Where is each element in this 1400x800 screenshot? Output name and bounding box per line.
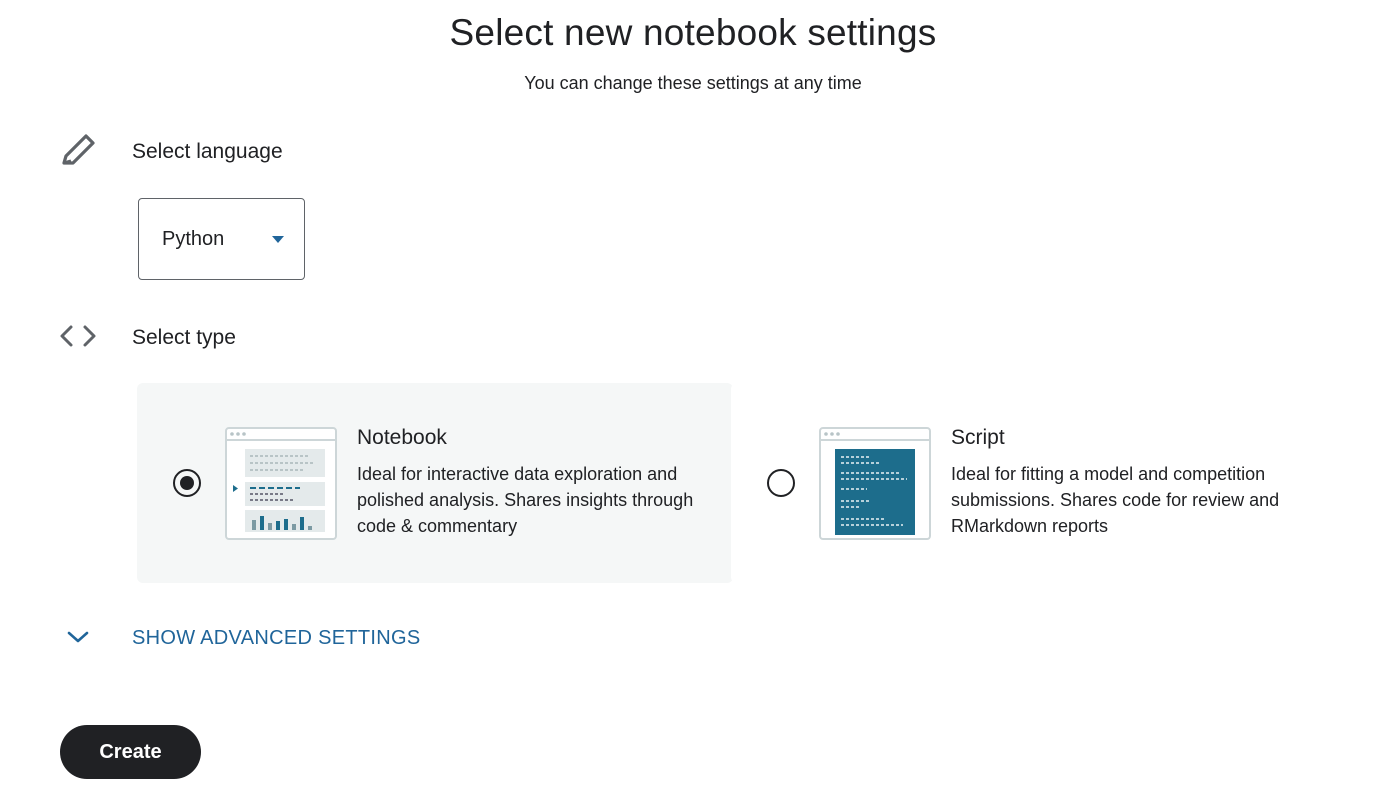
script-radio[interactable] (767, 469, 795, 497)
notebook-option-description: Ideal for interactive data exploration a… (357, 464, 694, 536)
chevron-down-icon (67, 631, 89, 643)
notebook-radio[interactable] (173, 469, 201, 497)
code-brackets-icon (58, 322, 98, 352)
notebook-option-card[interactable]: Notebook Ideal for interactive data expl… (137, 383, 733, 583)
language-dropdown[interactable]: Python (138, 198, 305, 280)
select-language-label: Select language (132, 140, 283, 163)
create-button[interactable]: Create (60, 725, 201, 779)
script-option-card[interactable]: Script Ideal for fitting a model and com… (731, 383, 1327, 583)
page-title: Select new notebook settings (449, 12, 937, 53)
script-illustration-icon (819, 427, 931, 545)
pencil-icon (58, 131, 98, 171)
language-dropdown-value: Python (162, 228, 225, 250)
show-advanced-settings-label: SHOW ADVANCED SETTINGS (132, 627, 421, 649)
caret-down-icon (272, 236, 284, 243)
script-option-title: Script (951, 426, 1005, 449)
page-subtitle: You can change these settings at any tim… (524, 73, 862, 93)
select-type-label: Select type (132, 326, 236, 349)
script-option-description: Ideal for fitting a model and competitio… (951, 464, 1280, 536)
radio-selected-dot (180, 476, 194, 490)
notebook-option-title: Notebook (357, 426, 447, 449)
show-advanced-settings-toggle[interactable]: SHOW ADVANCED SETTINGS (60, 625, 440, 655)
notebook-illustration-icon (225, 427, 337, 545)
